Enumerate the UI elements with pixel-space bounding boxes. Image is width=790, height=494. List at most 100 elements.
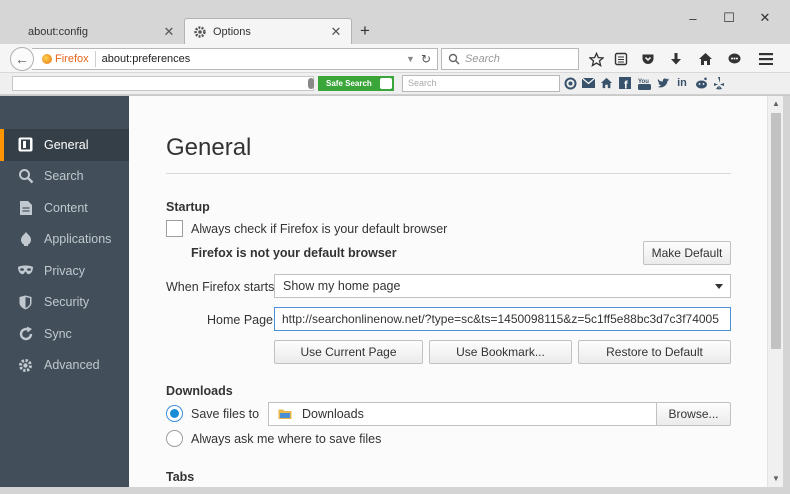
sidebar-item-privacy[interactable]: Privacy xyxy=(0,255,129,287)
safe-search-label: Safe Search xyxy=(326,79,372,88)
close-icon[interactable]: ✕ xyxy=(162,24,176,40)
advanced-icon xyxy=(17,357,34,374)
tab-options[interactable]: Options ✕ xyxy=(184,18,352,45)
bookmark-star-icon[interactable] xyxy=(588,51,604,67)
identity-badge[interactable]: Firefox xyxy=(36,51,96,67)
yelp-icon[interactable] xyxy=(712,76,726,90)
title-bar: about:config ✕ Options ✕ + – ☐ ✕ xyxy=(0,0,790,45)
home-icon[interactable] xyxy=(599,76,613,90)
privacy-mask-icon xyxy=(17,262,34,279)
sidebar-item-general[interactable]: General xyxy=(0,129,129,161)
dropdown-arrow-icon[interactable]: ▼ xyxy=(406,54,421,64)
search-bar[interactable]: Search xyxy=(441,48,579,70)
use-bookmark-button[interactable]: Use Bookmark... xyxy=(429,340,572,364)
sidebar-item-label: Search xyxy=(44,169,84,184)
title-divider xyxy=(166,173,731,174)
tabs-heading: Tabs xyxy=(166,470,195,484)
sidebar-item-label: Content xyxy=(44,200,88,215)
sidebar-item-label: Applications xyxy=(44,232,112,247)
camera-icon[interactable] xyxy=(563,76,577,90)
always-ask-label[interactable]: Always ask me where to save files xyxy=(191,432,381,446)
back-arrow-icon: ← xyxy=(15,51,29,67)
download-folder-field[interactable]: Downloads xyxy=(268,402,657,426)
url-bar[interactable]: Firefox about:preferences ▼ ↻ xyxy=(32,48,438,70)
preferences-sidebar: General Search Content Applications Priv… xyxy=(0,96,129,494)
reddit-icon[interactable] xyxy=(694,76,708,90)
window-border xyxy=(0,487,790,494)
navigation-bar: Firefox about:preferences ▼ ↻ ← Search xyxy=(0,44,790,73)
sidebar-item-sync[interactable]: Sync xyxy=(0,318,129,350)
sidebar-item-security[interactable]: Security xyxy=(0,287,129,319)
addon-toolbar: Safe Search Search f You in xyxy=(0,73,790,95)
security-icon xyxy=(17,294,34,311)
home-page-input[interactable]: http://searchonlinenow.net/?type=sc&ts=1… xyxy=(274,307,731,331)
sidebar-item-advanced[interactable]: Advanced xyxy=(0,350,129,382)
default-browser-checkbox[interactable] xyxy=(166,220,183,237)
sidebar-item-label: Privacy xyxy=(44,263,85,278)
window-border xyxy=(783,96,790,494)
sidebar-item-applications[interactable]: Applications xyxy=(0,224,129,256)
general-icon xyxy=(17,136,34,153)
default-check-label[interactable]: Always check if Firefox is your default … xyxy=(191,222,447,236)
when-starts-label: When Firefox starts: xyxy=(166,280,278,294)
linkedin-icon[interactable]: in xyxy=(675,76,689,90)
folder-icon xyxy=(278,409,292,419)
new-tab-plus-icon[interactable]: + xyxy=(356,21,374,41)
downloads-heading: Downloads xyxy=(166,384,233,398)
window-close-icon[interactable]: ✕ xyxy=(757,10,773,26)
vertical-scrollbar[interactable]: ▲ ▼ xyxy=(767,96,783,487)
make-default-button[interactable]: Make Default xyxy=(643,241,731,265)
sidebar-item-search[interactable]: Search xyxy=(0,161,129,193)
back-button[interactable]: ← xyxy=(10,47,34,71)
chat-bubble-icon[interactable] xyxy=(726,51,742,67)
always-ask-radio[interactable] xyxy=(166,430,183,447)
restore-to-default-button[interactable]: Restore to Default xyxy=(578,340,731,364)
identity-label: Firefox xyxy=(55,53,89,65)
sidebar-item-label: General xyxy=(44,137,89,152)
addon-search-input[interactable]: Search xyxy=(402,75,560,92)
addon-input[interactable] xyxy=(12,76,314,91)
startup-select[interactable]: Show my home page xyxy=(274,274,731,298)
reading-list-icon[interactable] xyxy=(613,51,629,67)
sidebar-item-label: Advanced xyxy=(44,358,100,373)
toggle-knob xyxy=(380,78,392,89)
facebook-icon[interactable]: f xyxy=(618,76,632,90)
browse-button[interactable]: Browse... xyxy=(656,402,731,426)
sidebar-item-label: Sync xyxy=(44,326,72,341)
startup-select-value: Show my home page xyxy=(283,279,401,293)
addon-search-placeholder: Search xyxy=(408,78,437,88)
search-placeholder: Search xyxy=(465,53,500,65)
use-current-page-button[interactable]: Use Current Page xyxy=(274,340,423,364)
sidebar-item-content[interactable]: Content xyxy=(0,192,129,224)
home-page-label: Home Page: xyxy=(207,313,277,327)
content-icon xyxy=(17,199,34,216)
scroll-down-icon[interactable]: ▼ xyxy=(771,474,781,484)
tab-about-config[interactable]: about:config ✕ xyxy=(14,19,184,44)
mail-icon[interactable] xyxy=(581,76,595,90)
sync-icon xyxy=(17,325,34,342)
download-arrow-icon[interactable] xyxy=(668,51,684,67)
firefox-logo-icon xyxy=(42,54,52,64)
download-folder-value: Downloads xyxy=(302,407,364,421)
pocket-icon[interactable] xyxy=(640,51,656,67)
home-icon[interactable] xyxy=(697,51,713,67)
save-files-radio[interactable] xyxy=(166,405,183,422)
url-text[interactable]: about:preferences xyxy=(96,53,406,65)
search-icon xyxy=(17,168,34,185)
sidebar-item-label: Security xyxy=(44,295,90,310)
youtube-icon[interactable]: You xyxy=(637,76,651,90)
minimize-icon[interactable]: – xyxy=(685,10,701,26)
microphone-icon[interactable] xyxy=(308,78,314,89)
scrollbar-thumb[interactable] xyxy=(771,113,781,349)
hamburger-menu-icon[interactable] xyxy=(758,51,774,67)
scroll-up-icon[interactable]: ▲ xyxy=(771,99,781,109)
preferences-pane: General Startup Always check if Firefox … xyxy=(129,96,767,494)
startup-heading: Startup xyxy=(166,200,210,214)
reload-icon[interactable]: ↻ xyxy=(421,52,437,66)
twitter-icon[interactable] xyxy=(656,76,670,90)
save-files-label[interactable]: Save files to xyxy=(191,407,259,421)
safe-search-toggle[interactable]: Safe Search xyxy=(318,76,394,91)
maximize-icon[interactable]: ☐ xyxy=(721,10,737,26)
close-icon[interactable]: ✕ xyxy=(329,24,343,40)
gear-icon xyxy=(194,26,206,38)
